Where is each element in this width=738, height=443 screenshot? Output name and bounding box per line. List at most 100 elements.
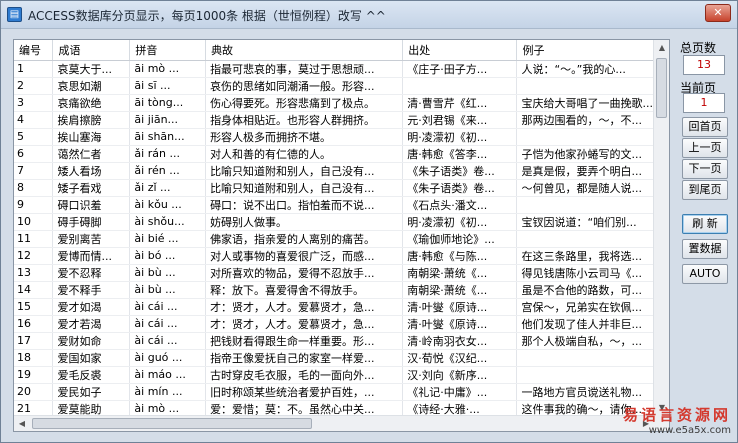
last-page-button[interactable]: 到尾页 <box>682 180 728 200</box>
col-story-cell: 才：贤才，人才。爱慕贤才，急... <box>205 298 404 316</box>
col-id-cell: 21 <box>14 400 54 416</box>
col-idiom-cell: 爱不忍释 <box>52 264 131 282</box>
total-pages-label: 总页数 <box>680 41 717 55</box>
col-story-header[interactable]: 典故 <box>205 40 404 61</box>
col-story-cell: 古时穿皮毛衣服，毛的一面向外... <box>205 366 404 384</box>
col-pinyin-header[interactable]: 拼音 <box>129 40 207 61</box>
col-idiom-cell: 挨山塞海 <box>52 128 131 146</box>
current-page-value[interactable]: 1 <box>683 93 725 113</box>
first-page-button[interactable]: 回首页 <box>682 117 728 137</box>
col-source-cell: 汉·刘向《新序... <box>402 366 518 384</box>
table-row[interactable]: 12 爱博而情... ài bó ... 对人或事物的喜爱很广泛，而感... 唐·韩愈《… <box>14 247 654 265</box>
col-example-cell: 宫保～，兄弟实在钦佩... <box>516 298 654 316</box>
col-example-cell: 得见钱唐陈小云司马《... <box>516 264 654 282</box>
col-idiom-cell: 爱别离苦 <box>52 230 131 248</box>
col-pinyin-cell: ǎi rén ... <box>129 162 207 180</box>
table-row[interactable]: 3 哀痛欲绝 āi tòng... 伤心得要死。形容悲痛到了极点。 清·曹雪芹《红...… <box>14 94 654 112</box>
table-row[interactable]: 2 哀思如潮 āi sī ... 哀伤的思绪如同潮涌一般。形容... <box>14 77 654 95</box>
table-row[interactable]: 21 爱莫能助 ài mò ... 爱：爱惜；莫：不。虽然心中关... 《诗经·大雅·.… <box>14 400 654 416</box>
col-id-cell: 16 <box>14 315 54 333</box>
table-row[interactable]: 8 矮子看戏 ǎi zǐ ... 比喻只知道附和别人，自己没有... 《朱子语类》卷..… <box>14 179 654 197</box>
col-source-cell: 唐·韩愈《答李... <box>402 145 518 163</box>
table-row[interactable]: 6 蔼然仁者 ǎi rán ... 对人和善的有仁德的人。 唐·韩愈《答李... 子恺为他… <box>14 145 654 163</box>
col-story-cell: 才：贤才，人才。爱慕贤才，急... <box>205 315 404 333</box>
col-source-cell: 南朝梁·萧统《... <box>402 264 518 282</box>
vertical-scroll-thumb[interactable] <box>656 58 667 118</box>
col-source-cell: 《诗经·大雅·... <box>402 400 518 416</box>
table-row[interactable]: 4 挨肩擦膀 āi jiān... 指身体相贴近。也形容人群拥挤。 元·刘君锡《来...… <box>14 111 654 129</box>
col-id-cell: 17 <box>14 332 54 350</box>
title-bar[interactable]: ▤ ACCESS数据库分页显示，每页1000条 根据（世恒例程）改写 ^^ ✕ <box>1 1 737 29</box>
col-id-cell: 10 <box>14 213 54 231</box>
col-id-cell: 11 <box>14 230 54 248</box>
table-row[interactable]: 19 爱毛反裘 ài máo ... 古时穿皮毛衣服，毛的一面向外... 汉·刘向《新序… <box>14 366 654 384</box>
prev-page-button[interactable]: 上一页 <box>682 138 728 158</box>
table-row[interactable]: 5 挨山塞海 āi shān... 形容人极多而拥挤不堪。 明·凌濛初《初... <box>14 128 654 146</box>
col-idiom-cell: 爱才如渴 <box>52 298 131 316</box>
col-pinyin-cell: āi sī ... <box>129 77 207 95</box>
col-source-cell: 明·凌濛初《初... <box>402 128 518 146</box>
horizontal-scroll-thumb[interactable] <box>32 418 312 429</box>
col-story-cell: 爱：爱惜；莫：不。虽然心中关... <box>205 400 404 416</box>
col-pinyin-cell: ài mín ... <box>129 383 207 401</box>
col-story-cell: 比喻只知道附和别人，自己没有... <box>205 179 404 197</box>
table-row[interactable]: 10 碍手碍脚 ài shǒu... 妨碍别人做事。 明·凌濛初《初... 宝钗因说道：“… <box>14 213 654 231</box>
col-id-cell: 7 <box>14 162 54 180</box>
col-id-cell: 3 <box>14 94 54 112</box>
table-row[interactable]: 16 爱才若渴 ài cái ... 才：贤才，人才。爱慕贤才，急... 清·叶燮《原诗… <box>14 315 654 333</box>
col-id-cell: 2 <box>14 77 54 95</box>
col-source-header[interactable]: 出处 <box>402 40 518 61</box>
col-story-cell: 把钱财看得跟生命一样重要。形... <box>205 332 404 350</box>
col-id-header[interactable]: 编号 <box>14 40 54 61</box>
table-row[interactable]: 17 爱财如命 ài cái ... 把钱财看得跟生命一样重要。形... 清·岭南羽衣女… <box>14 332 654 350</box>
col-example-cell <box>516 196 654 214</box>
close-button[interactable]: ✕ <box>705 4 731 22</box>
table-row[interactable]: 9 碍口识羞 ài kǒu ... 碍口：说不出口。指怕羞而不说... 《石点头·潘文.… <box>14 196 654 214</box>
col-source-cell: 明·凌濛初《初... <box>402 213 518 231</box>
table-row[interactable]: 11 爱别离苦 ài bié ... 佛家语，指亲爱的人离别的痛苦。 《瑜伽师地论》..… <box>14 230 654 248</box>
col-pinyin-cell: ài bù ... <box>129 264 207 282</box>
col-id-cell: 8 <box>14 179 54 197</box>
col-example-cell <box>516 77 654 95</box>
col-idiom-cell: 矮人看场 <box>52 162 131 180</box>
data-grid: 编号 成语 拼音 典故 出处 例子 1 哀莫大于... āi mò ... 指最可悲哀的事，莫过… <box>13 39 670 432</box>
col-id-cell: 6 <box>14 145 54 163</box>
table-row[interactable]: 20 爱民如子 ài mín ... 旧时称颂某些统治者爱护百姓，... 《礼记·中庸》… <box>14 383 654 401</box>
scroll-left-icon[interactable]: ◀ <box>14 416 30 431</box>
table-row[interactable]: 14 爱不释手 ài bù ... 释：放下。喜爱得舍不得放手。 南朝梁·萧统《... 虽… <box>14 281 654 299</box>
refresh-button[interactable]: 刷 新 <box>682 214 728 234</box>
col-example-cell <box>516 128 654 146</box>
table-row[interactable]: 1 哀莫大于... āi mò ... 指最可悲哀的事，莫过于思想顽... 《庄子·田子… <box>14 60 654 78</box>
scroll-up-icon[interactable]: ▲ <box>654 40 669 56</box>
table-row[interactable]: 7 矮人看场 ǎi rén ... 比喻只知道附和别人，自己没有... 《朱子语类》卷.… <box>14 162 654 180</box>
col-example-cell: 宝庆给大哥唱了一曲挽歌... <box>516 94 654 112</box>
table-row[interactable]: 15 爱才如渴 ài cái ... 才：贤才，人才。爱慕贤才，急... 清·叶燮《原诗… <box>14 298 654 316</box>
next-page-button[interactable]: 下一页 <box>682 159 728 179</box>
col-idiom-cell: 碍口识羞 <box>52 196 131 214</box>
table-row[interactable]: 13 爱不忍释 ài bù ... 对所喜欢的物品，爱得不忍放手... 南朝梁·萧统《.… <box>14 264 654 282</box>
col-idiom-cell: 矮子看戏 <box>52 179 131 197</box>
vertical-scrollbar[interactable]: ▲ ▼ <box>653 40 669 416</box>
table-row[interactable]: 18 爱国如家 ài guó ... 指帝王像爱抚自己的家室一样爱... 汉·荀悦《汉纪… <box>14 349 654 367</box>
col-pinyin-cell: ài bù ... <box>129 281 207 299</box>
col-id-cell: 19 <box>14 366 54 384</box>
auto-button[interactable]: AUTO <box>682 264 728 284</box>
col-source-cell: 《石点头·潘文... <box>402 196 518 214</box>
col-example-cell: 那个人极端自私，～，... <box>516 332 654 350</box>
col-id-cell: 15 <box>14 298 54 316</box>
col-source-cell: 《礼记·中庸》... <box>402 383 518 401</box>
col-story-cell: 碍口：说不出口。指怕羞而不说... <box>205 196 404 214</box>
col-example-header[interactable]: 例子 <box>516 40 654 61</box>
total-pages-value: 13 <box>683 55 725 75</box>
col-idiom-header[interactable]: 成语 <box>52 40 131 61</box>
col-idiom-cell: 爱莫能助 <box>52 400 131 416</box>
col-id-cell: 5 <box>14 128 54 146</box>
col-example-cell: 在这三条路里，我将选... <box>516 247 654 265</box>
col-story-cell: 对人或事物的喜爱很广泛，而感... <box>205 247 404 265</box>
col-story-cell: 释：放下。喜爱得舍不得放手。 <box>205 281 404 299</box>
col-pinyin-cell: ài mò ... <box>129 400 207 416</box>
horizontal-scrollbar[interactable]: ◀ ▶ <box>14 415 654 431</box>
col-story-cell: 指最可悲哀的事，莫过于思想顽... <box>205 60 404 78</box>
col-story-cell: 对所喜欢的物品，爱得不忍放手... <box>205 264 404 282</box>
reset-data-button[interactable]: 置数据 <box>682 239 728 259</box>
